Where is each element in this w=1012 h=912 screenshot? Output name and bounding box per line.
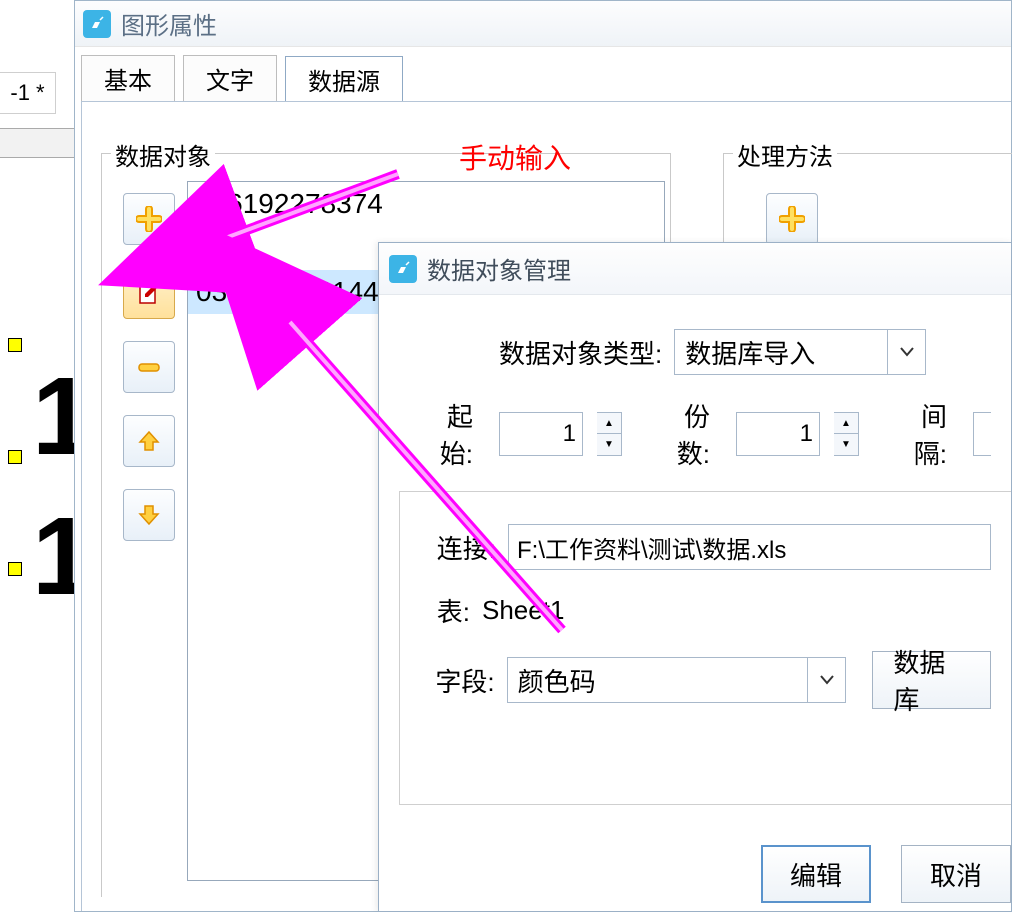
data-button[interactable]: 数据库 <box>872 651 991 709</box>
interval-label: 间隔: <box>891 397 947 471</box>
move-down-button[interactable] <box>123 489 175 541</box>
start-label: 起始: <box>417 397 473 471</box>
remove-button[interactable] <box>123 341 175 393</box>
dialog-title: 数据对象管理 <box>427 251 571 286</box>
spinner-up-icon[interactable]: ▲ <box>597 413 621 434</box>
ruler <box>0 128 80 158</box>
canvas[interactable]: 1 1 <box>0 158 80 912</box>
edit-confirm-button[interactable]: 编辑 <box>761 845 871 903</box>
annotation-manual-input: 手动输入 <box>459 137 571 177</box>
spinner-down-icon[interactable]: ▼ <box>834 434 858 455</box>
chevron-down-icon[interactable] <box>887 330 925 374</box>
cancel-button[interactable]: 取消 <box>901 845 1011 903</box>
count-input[interactable] <box>736 412 820 456</box>
spinner-up-icon[interactable]: ▲ <box>834 413 858 434</box>
field-combo[interactable]: 颜色码 <box>507 657 847 703</box>
selection-handle[interactable] <box>8 450 22 464</box>
dialog-object-manage: 数据对象管理 数据对象类型: 数据库导入 起始: ▲ ▼ 份数: ▲ <box>378 242 1012 912</box>
list-item[interactable]: 696192278374 <box>188 182 664 226</box>
spinner-down-icon[interactable]: ▼ <box>597 434 621 455</box>
document-tab[interactable]: -1 * <box>0 72 56 114</box>
window-title: 图形属性 <box>121 6 217 41</box>
field-combo-value: 颜色码 <box>508 662 808 699</box>
tab-basic[interactable]: 基本 <box>81 55 175 101</box>
start-spinner[interactable]: ▲ ▼ <box>597 412 622 456</box>
title-bar: 图形属性 <box>75 1 1011 47</box>
table-label: 表: <box>420 592 470 629</box>
chevron-down-icon[interactable] <box>807 658 845 702</box>
field-label: 字段: <box>420 662 495 699</box>
left-strip: -1 * 1 1 <box>0 0 80 912</box>
type-combo[interactable]: 数据库导入 <box>674 329 926 375</box>
interval-input[interactable] <box>973 412 991 456</box>
conn-input[interactable] <box>508 524 991 570</box>
tab-datasource[interactable]: 数据源 <box>285 56 403 102</box>
tab-text[interactable]: 文字 <box>183 55 277 101</box>
edit-button[interactable] <box>123 267 175 319</box>
app-icon <box>83 10 111 38</box>
tabs: 基本 文字 数据源 <box>75 47 1011 101</box>
dialog-title-bar[interactable]: 数据对象管理 <box>379 243 1011 295</box>
selection-handle[interactable] <box>8 562 22 576</box>
add-button[interactable] <box>123 193 175 245</box>
group-processing-title: 处理方法 <box>733 137 837 172</box>
app-icon <box>389 255 417 283</box>
type-combo-value: 数据库导入 <box>675 334 887 371</box>
count-label: 份数: <box>654 397 710 471</box>
start-input[interactable] <box>499 412 583 456</box>
group-data-object-title: 数据对象 <box>111 137 215 172</box>
document-tab-label: -1 * <box>10 80 44 106</box>
conn-label: 连接: <box>420 529 496 566</box>
selection-handle[interactable] <box>8 338 22 352</box>
button-column <box>123 193 177 563</box>
move-up-button[interactable] <box>123 415 175 467</box>
db-frame: 连接: 表: Sheet1 字段: 颜色码 数据库 <box>399 491 1011 805</box>
table-value: Sheet1 <box>482 595 564 626</box>
add-processing-button[interactable] <box>766 193 818 245</box>
count-spinner[interactable]: ▲ ▼ <box>834 412 859 456</box>
type-label: 数据对象类型: <box>499 334 662 371</box>
